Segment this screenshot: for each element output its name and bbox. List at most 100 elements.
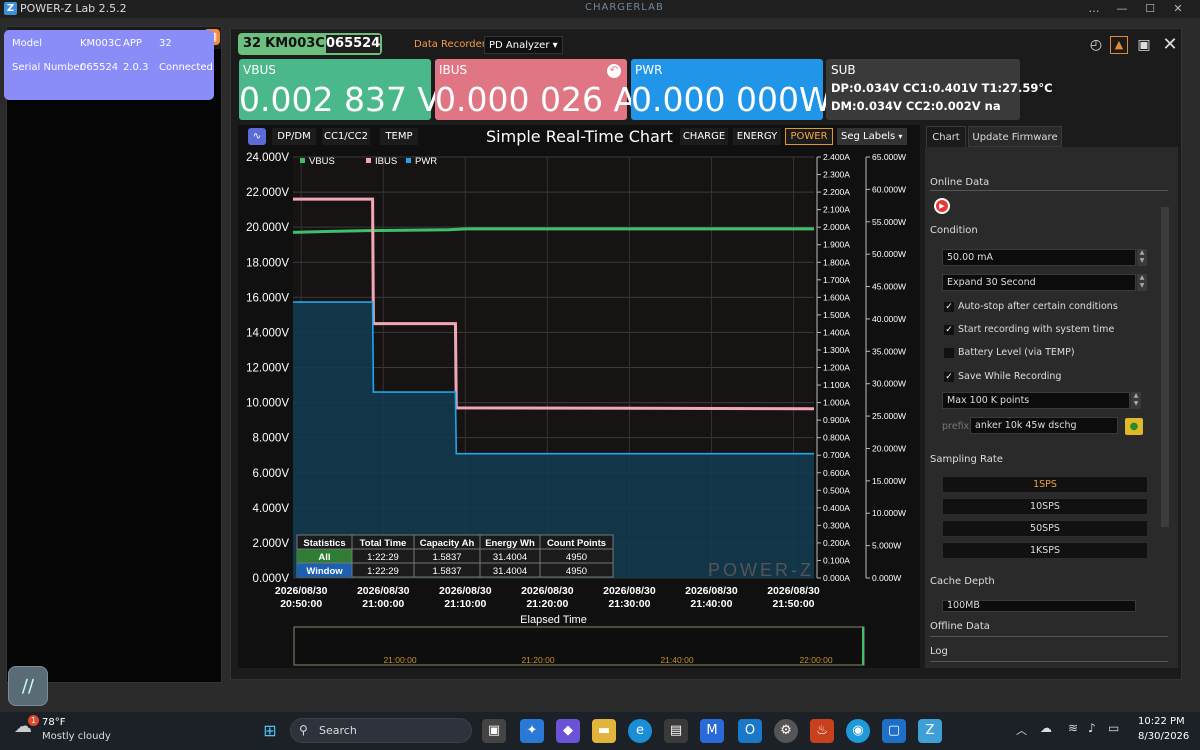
expand-select[interactable]: Expand 30 Second [942, 274, 1136, 291]
cache-depth-input[interactable]: 100MB [942, 600, 1136, 612]
y-mid-tick-label: 0.200A [823, 538, 850, 548]
legend-label: VBUS [309, 156, 335, 167]
tab-chart[interactable]: Chart [926, 126, 966, 147]
stats-cell: 1:22:29 [367, 566, 399, 577]
copilot-icon[interactable]: ◆ [556, 719, 580, 743]
close-panel-icon[interactable]: ✕ [1160, 35, 1180, 55]
expand-stepper[interactable]: ▲ ▼ [1137, 274, 1147, 291]
app-icon-window[interactable]: ▢ [882, 719, 906, 743]
clock-icon[interactable]: ◴ [1086, 35, 1106, 55]
x-tick-label: 21:50:00 [772, 598, 814, 610]
y-mid-tick-label: 0.600A [823, 468, 850, 478]
cloud-tray-icon[interactable]: ☁ [1040, 721, 1052, 735]
watermark: POWER-Z [708, 560, 814, 580]
max-points-stepper[interactable]: ▲ ▼ [1131, 392, 1141, 409]
rate-1ksps[interactable]: 1KSPS [942, 542, 1148, 559]
online-data-header[interactable]: Online Data [930, 177, 1155, 188]
tab-cc[interactable]: CC1/CC2 [322, 128, 370, 145]
store-icon[interactable]: ▤ [664, 719, 688, 743]
y-right-tick-label: 60.000W [872, 184, 906, 194]
start-icon[interactable]: ⊞ [258, 719, 282, 743]
y-right-tick-label: 35.000W [872, 346, 906, 356]
sub-label: SUB [831, 63, 856, 77]
prefix-input[interactable]: anker 10k 45w dschg [970, 417, 1118, 434]
y-left-tick-label: 18.000V [246, 257, 289, 269]
folder-icon[interactable]: ● [1125, 418, 1143, 435]
pwr-tile: PWR 0.000 000W [631, 59, 832, 120]
tab-temp[interactable]: TEMP [380, 128, 418, 145]
power-chart[interactable]: 0.000V 2.000V 4.000V 6.000V 8.000V 10.000V 12.… [238, 145, 920, 668]
tab-data-recorder[interactable]: Data Recorder [410, 36, 490, 54]
seg-labels-dropdown[interactable]: Seg Labels ▾ [837, 128, 907, 145]
offline-data-header[interactable]: Offline Data [930, 621, 1155, 632]
close-button[interactable]: ✕ [1166, 0, 1190, 18]
systime-checkbox[interactable]: ✓ [944, 325, 954, 335]
rate-50sps[interactable]: 50SPS [942, 520, 1148, 537]
stats-header: Capacity Ah [420, 538, 475, 549]
pwr-label: PWR [635, 63, 663, 77]
maximize-button[interactable]: ☐ [1138, 0, 1162, 18]
battery-checkbox[interactable] [944, 348, 954, 358]
swap-icon[interactable]: ↶ [607, 64, 621, 78]
tab-charge[interactable]: CHARGE [680, 128, 728, 145]
ibus-label: IBUS [439, 63, 468, 77]
volume-icon[interactable]: ♪ [1088, 721, 1096, 735]
powerz-taskbar-icon[interactable]: Z [918, 719, 942, 743]
chevron-down-icon: ▾ [898, 132, 903, 141]
stats-cell: Window [306, 566, 343, 577]
rate-10sps[interactable]: 10SPS [942, 498, 1148, 515]
play-record-icon[interactable]: ▶ [934, 198, 950, 214]
tab-dpdm[interactable]: DP/DM [272, 128, 316, 145]
weather-desc: Mostly cloudy [42, 731, 111, 742]
stats-header: Count Points [547, 538, 606, 549]
wifi-icon[interactable]: ≋ [1068, 721, 1078, 735]
minimize-button[interactable]: — [1110, 0, 1134, 18]
clock-time[interactable]: 10:22 PM [1138, 716, 1185, 727]
legend-label: PWR [415, 156, 437, 167]
divider [930, 190, 1168, 191]
more-button[interactable]: … [1082, 0, 1106, 18]
stats-cell: 31.4004 [493, 552, 527, 563]
max-points-input[interactable]: Max 100 K points [942, 392, 1130, 409]
clock-date[interactable]: 8/30/2026 [1138, 731, 1189, 742]
chart-mode-icon[interactable]: ∿ [248, 128, 266, 145]
autostop-checkbox[interactable]: ✓ [944, 302, 954, 312]
file-explorer-icon[interactable]: ▬ [592, 719, 616, 743]
serial-label: Serial Number [12, 62, 84, 73]
settings-icon[interactable]: ⚙ [774, 719, 798, 743]
edge-icon[interactable]: e [628, 719, 652, 743]
search-box[interactable]: ⚲ Search [290, 718, 472, 743]
log-header[interactable]: Log [930, 646, 1155, 657]
scrollbar-thumb[interactable] [1161, 207, 1169, 527]
tray-chevron-icon[interactable]: ︿ [1016, 722, 1027, 738]
current-threshold-input[interactable]: 50.00 mA [942, 249, 1136, 266]
app-icon-m[interactable]: M [700, 719, 724, 743]
chart-icon[interactable]: ▲ [1110, 36, 1128, 54]
cache-depth-label: Cache Depth [930, 576, 995, 587]
x-tick-label: 2026/08/30 [357, 585, 410, 597]
save-label: Save While Recording [958, 371, 1062, 382]
outlook-icon[interactable]: O [738, 719, 762, 743]
app-value: 32 [159, 38, 172, 49]
chevron-down-icon: ▾ [552, 40, 558, 51]
battery-icon[interactable]: ▭ [1108, 721, 1119, 735]
app-icon-circle[interactable]: ◉ [846, 719, 870, 743]
settings-scrollbar[interactable] [1160, 195, 1170, 609]
app-shortcut-icon[interactable]: ∕∕ [8, 666, 48, 706]
rate-1sps[interactable]: 1SPS [942, 476, 1148, 493]
threshold-stepper[interactable]: ▲ ▼ [1137, 249, 1147, 266]
device-card[interactable]: Model KM003C APP 32 Serial Number 065524… [4, 30, 214, 100]
weather-badge: 1 [28, 715, 39, 726]
tab-pd-analyzer[interactable]: PD Analyzer ▾ [484, 36, 563, 54]
task-view-icon[interactable]: ▣ [482, 719, 506, 743]
save-checkbox[interactable]: ✓ [944, 372, 954, 382]
window-icon[interactable]: ▣ [1134, 35, 1154, 55]
tab-pd-analyzer-label: PD Analyzer [489, 40, 550, 51]
fire-app-icon[interactable]: ♨ [810, 719, 834, 743]
tab-update-firmware[interactable]: Update Firmware [968, 126, 1062, 147]
model-label: Model [12, 38, 43, 49]
autostop-label: Auto-stop after certain conditions [958, 301, 1118, 312]
tab-energy[interactable]: ENERGY [733, 128, 781, 145]
tab-power[interactable]: POWER [785, 128, 833, 145]
chat-icon[interactable]: ✦ [520, 719, 544, 743]
